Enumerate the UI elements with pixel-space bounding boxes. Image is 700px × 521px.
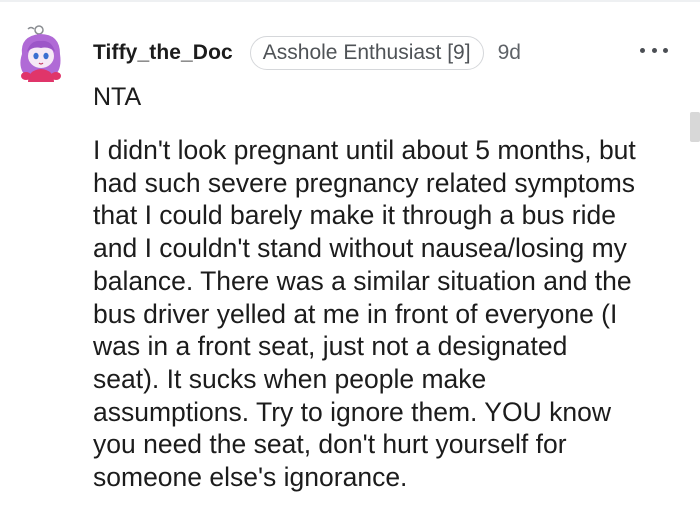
comment-body-line: was in a front seat, just not a designat… (93, 331, 568, 362)
user-flair-badge: Asshole Enthusiast [9] (249, 36, 484, 70)
comment-body-line: seat). It sucks when people make (93, 363, 487, 394)
comment-body-line: balance. There was a similar situation a… (93, 265, 632, 296)
comment-body-line: bus driver yelled at me in front of ever… (93, 298, 618, 329)
comment-body-line: someone else's ignorance. (93, 462, 408, 493)
more-options-button[interactable] (640, 44, 668, 56)
comment-body-line: you need the seat, don't hurt yourself f… (93, 429, 567, 460)
comment-verdict: NTA (93, 83, 142, 111)
user-avatar-icon (20, 25, 61, 82)
username-link[interactable]: Tiffy_the_Doc (93, 41, 233, 65)
comment-body-line: that I could barely make it through a bu… (93, 200, 616, 231)
comment-timestamp[interactable]: 9d (498, 41, 521, 65)
comment-body-line: assumptions. Try to ignore them. YOU kno… (93, 396, 611, 427)
scrollbar-thumb[interactable] (690, 112, 700, 142)
more-options-dot (663, 47, 668, 53)
more-options-icon (640, 47, 645, 53)
more-options-dot (651, 47, 657, 53)
avatar[interactable] (16, 24, 70, 82)
comment-body: I didn't look pregnant until about 5 mon… (93, 134, 683, 494)
comment-body-line: I didn't look pregnant until about 5 mon… (93, 135, 636, 165)
comment-header: Tiffy_the_Doc Asshole Enthusiast [9] 9d (93, 34, 521, 72)
comment-body-line: and I couldn't stand without nausea/losi… (93, 233, 627, 264)
comment-body-line: had such severe pregnancy related sympto… (93, 167, 636, 198)
top-divider (0, 0, 700, 2)
